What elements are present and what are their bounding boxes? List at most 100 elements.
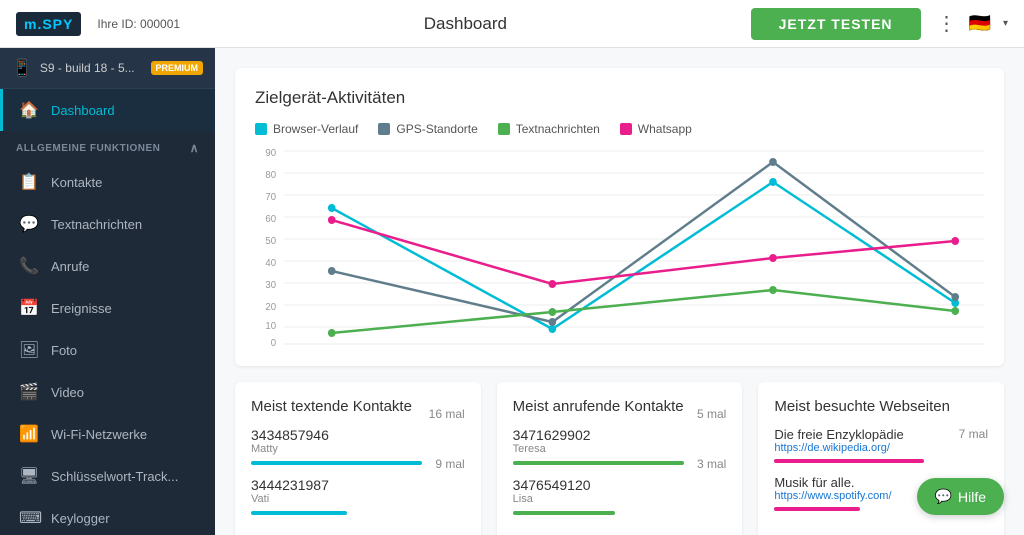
legend-dot-text xyxy=(498,123,510,135)
web-url[interactable]: https://de.wikipedia.org/ xyxy=(774,442,988,454)
contact-name: Lisa xyxy=(513,493,591,505)
web-bar xyxy=(774,459,924,463)
contact-bar xyxy=(513,461,684,465)
sidebar-item-keyword[interactable]: 🖥 Schlüsselwort-Track... xyxy=(0,455,215,497)
photo-icon: 🖼 xyxy=(19,340,39,360)
device-name: S9 - build 18 - 5... xyxy=(40,61,143,75)
legend-whatsapp: Whatsapp xyxy=(620,122,692,136)
svg-text:30: 30 xyxy=(265,280,276,291)
svg-text:60: 60 xyxy=(265,214,276,225)
sidebar-item-anrufe[interactable]: 📞 Anrufe xyxy=(0,245,215,287)
sidebar-item-label: Kontakte xyxy=(51,175,102,190)
sidebar-item-kontakte[interactable]: 📋 Kontakte xyxy=(0,161,215,203)
texting-card: Meist textende Kontakte 3434857946 Matty… xyxy=(235,382,481,535)
svg-text:90: 90 xyxy=(265,148,276,159)
page-title: Dashboard xyxy=(424,14,507,34)
contact-name: Matty xyxy=(251,443,329,455)
svg-text:0: 0 xyxy=(271,338,277,346)
keyword-icon: 🖥 xyxy=(19,466,39,486)
sidebar-item-label: Textnachrichten xyxy=(51,217,142,232)
contact-bar xyxy=(251,511,347,515)
svg-text:10: 10 xyxy=(265,321,276,332)
legend-label-gps: GPS-Standorte xyxy=(396,122,477,136)
video-icon: 🎬 xyxy=(19,382,39,402)
sidebar-item-keylogger[interactable]: ⌨ Keylogger xyxy=(0,497,215,535)
language-dropdown-arrow[interactable]: ▾ xyxy=(1003,18,1008,29)
contact-count: 5 mal xyxy=(697,407,726,421)
svg-text:40: 40 xyxy=(265,258,276,269)
help-label: Hilfe xyxy=(958,489,986,505)
messages-icon: 💬 xyxy=(19,214,39,234)
contact-bar xyxy=(513,511,616,515)
svg-text:70: 70 xyxy=(265,192,276,203)
app-logo: m.SPY xyxy=(16,12,81,36)
svg-text:80: 80 xyxy=(265,170,276,181)
sidebar-item-label: Anrufe xyxy=(51,259,89,274)
sidebar-item-foto[interactable]: 🖼 Foto xyxy=(0,329,215,371)
test-button[interactable]: JETZT TESTEN xyxy=(751,8,921,40)
chart-area: 90 80 70 60 50 40 30 20 10 0 xyxy=(255,146,984,346)
legend-browser: Browser-Verlauf xyxy=(255,122,358,136)
sidebar-item-video[interactable]: 🎬 Video xyxy=(0,371,215,413)
websites-card-title: Meist besuchte Webseiten xyxy=(774,398,988,415)
main-content: Zielgerät-Aktivitäten Browser-Verlauf GP… xyxy=(215,48,1024,535)
legend-label-browser: Browser-Verlauf xyxy=(273,122,358,136)
contact-bar xyxy=(251,461,422,465)
chart-legend: Browser-Verlauf GPS-Standorte Textnachri… xyxy=(255,122,984,136)
web-title: Die freie Enzyklopädie xyxy=(774,427,903,442)
language-flag: 🇩🇪 xyxy=(969,13,991,34)
sidebar-item-label: Keylogger xyxy=(51,511,110,526)
app-header: m.SPY Ihre ID: 000001 Dashboard JETZT TE… xyxy=(0,0,1024,48)
contact-name: Vati xyxy=(251,493,329,505)
sidebar: 📱 S9 - build 18 - 5... PREMIUM 🏠 Dashboa… xyxy=(0,48,215,535)
keylogger-icon: ⌨ xyxy=(19,508,39,528)
sidebar-item-label: Schlüsselwort-Track... xyxy=(51,469,178,484)
activity-chart-card: Zielgerät-Aktivitäten Browser-Verlauf GP… xyxy=(235,68,1004,366)
legend-gps: GPS-Standorte xyxy=(378,122,477,136)
sidebar-item-label: Dashboard xyxy=(51,103,115,118)
premium-badge: PREMIUM xyxy=(151,61,204,75)
legend-dot-gps xyxy=(378,123,390,135)
help-icon: 💬 xyxy=(935,488,952,505)
contact-item: 3476549120 Lisa 3 mal xyxy=(513,477,727,515)
logo-text: m.SPY xyxy=(24,16,73,32)
contact-number: 3471629902 xyxy=(513,427,591,443)
contact-item: 3444231987 Vati 9 mal xyxy=(251,477,465,515)
web-count: 7 mal xyxy=(959,427,988,442)
legend-dot-whatsapp xyxy=(620,123,632,135)
sidebar-item-wifi[interactable]: 📶 Wi-Fi-Netzwerke xyxy=(0,413,215,455)
contact-count: 3 mal xyxy=(697,457,726,471)
main-layout: 📱 S9 - build 18 - 5... PREMIUM 🏠 Dashboa… xyxy=(0,48,1024,535)
legend-text: Textnachrichten xyxy=(498,122,600,136)
header-right: ⋮ 🇩🇪 ▾ xyxy=(937,11,1008,36)
contact-count: 9 mal xyxy=(435,457,464,471)
contact-count: 16 mal xyxy=(429,407,465,421)
sidebar-item-textnachrichten[interactable]: 💬 Textnachrichten xyxy=(0,203,215,245)
contact-number: 3434857946 xyxy=(251,427,329,443)
svg-text:50: 50 xyxy=(265,236,276,247)
home-icon: 🏠 xyxy=(19,100,39,120)
web-item: Die freie Enzyklopädie 7 mal https://de.… xyxy=(774,427,988,463)
sidebar-item-ereignisse[interactable]: 📅 Ereignisse xyxy=(0,287,215,329)
user-id: Ihre ID: 000001 xyxy=(97,17,180,31)
device-icon: 📱 xyxy=(12,58,32,78)
help-button[interactable]: 💬 Hilfe xyxy=(917,478,1004,515)
svg-text:20: 20 xyxy=(265,302,276,313)
contact-item: 3434857946 Matty 16 mal xyxy=(251,427,465,465)
bottom-cards: Meist textende Kontakte 3434857946 Matty… xyxy=(235,382,1004,535)
contact-item: 3471629902 Teresa 5 mal xyxy=(513,427,727,465)
section-label: ALLGEMEINE FUNKTIONEN xyxy=(16,143,160,154)
contacts-icon: 📋 xyxy=(19,172,39,192)
chart-svg: 90 80 70 60 50 40 30 20 10 0 xyxy=(255,146,984,346)
legend-label-text: Textnachrichten xyxy=(516,122,600,136)
legend-label-whatsapp: Whatsapp xyxy=(638,122,692,136)
calling-card-title: Meist anrufende Kontakte xyxy=(513,398,727,415)
events-icon: 📅 xyxy=(19,298,39,318)
more-options-icon[interactable]: ⋮ xyxy=(937,11,957,36)
sidebar-item-dashboard[interactable]: 🏠 Dashboard xyxy=(0,89,215,131)
web-bar xyxy=(774,507,859,511)
sidebar-item-label: Wi-Fi-Netzwerke xyxy=(51,427,147,442)
chevron-up-icon[interactable]: ∧ xyxy=(190,141,199,155)
sidebar-item-label: Foto xyxy=(51,343,77,358)
contact-number: 3476549120 xyxy=(513,477,591,493)
